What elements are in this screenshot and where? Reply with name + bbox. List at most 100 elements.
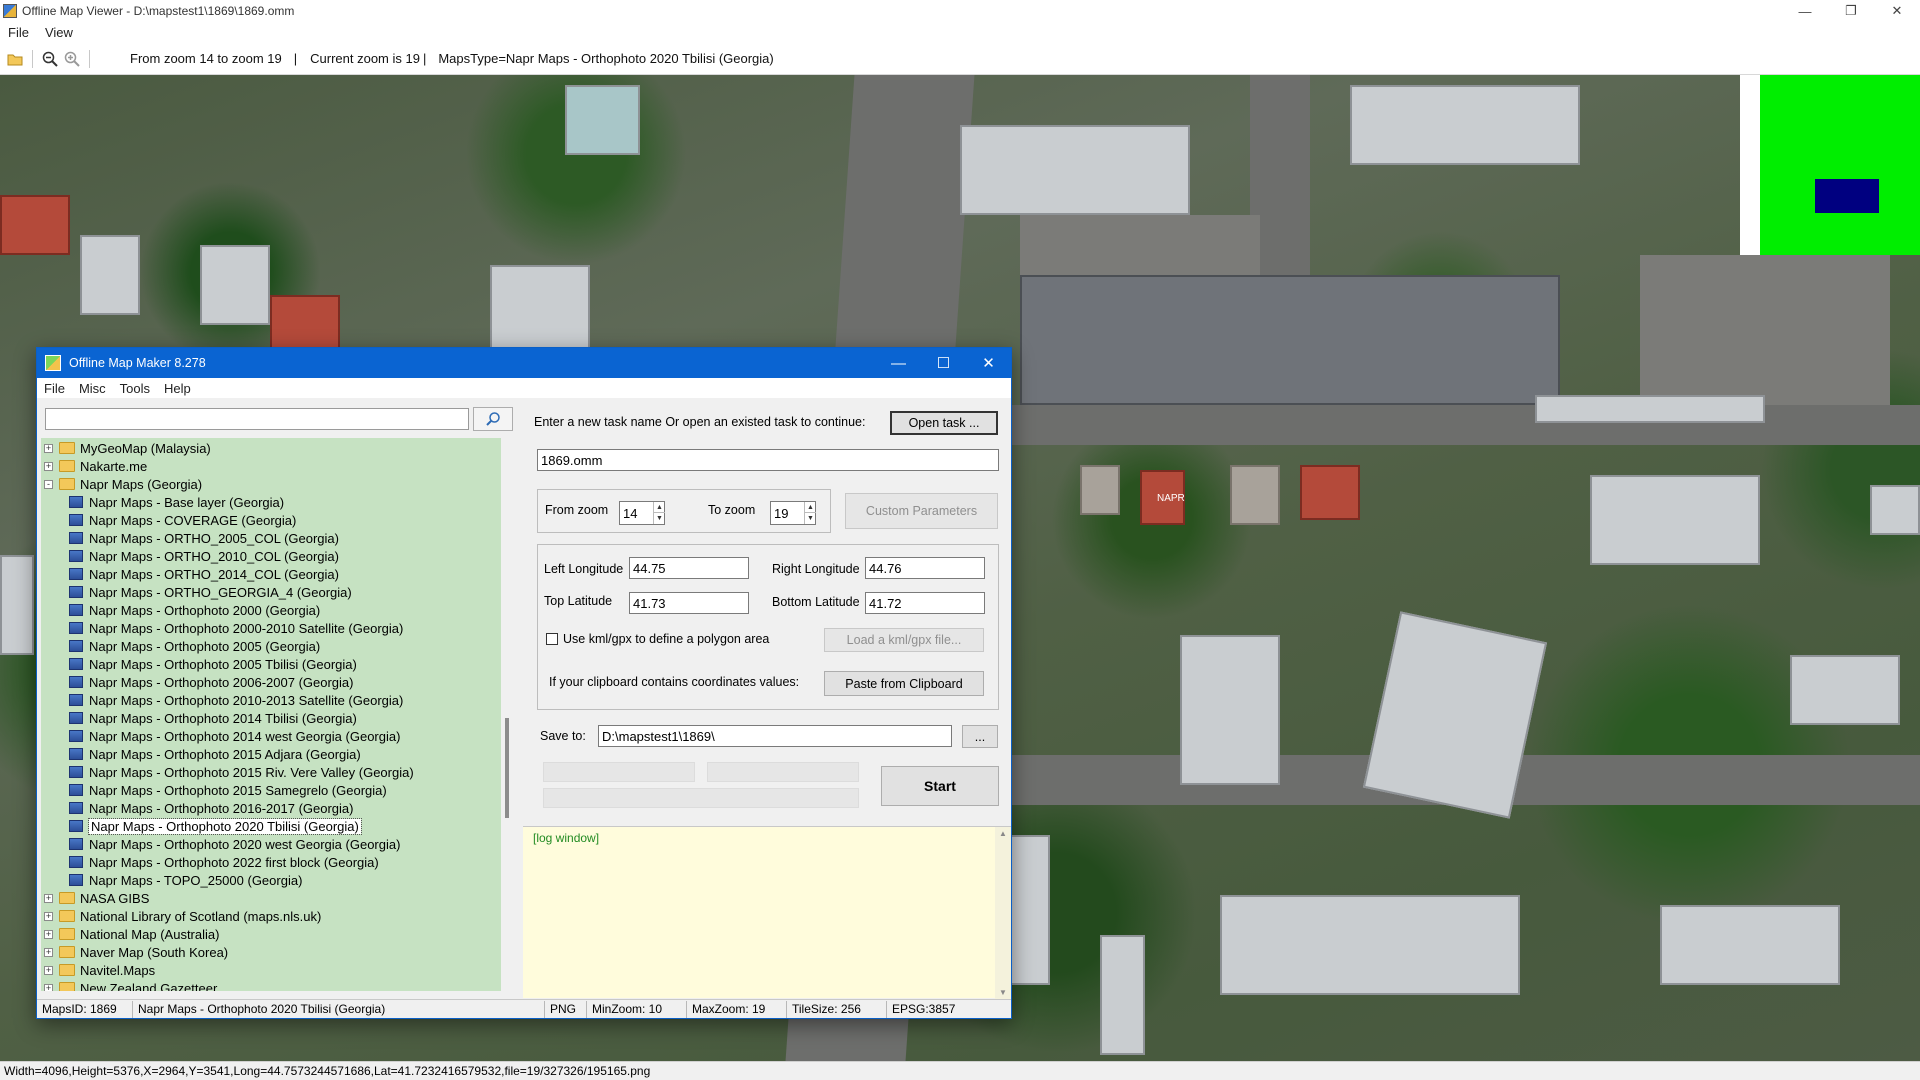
tree-map-item[interactable]: Napr Maps - Orthophoto 2015 Samegrelo (G… — [69, 781, 387, 799]
app-icon — [3, 4, 17, 18]
tree-folder-item[interactable]: + NASA GIBS — [44, 889, 149, 907]
expand-icon[interactable]: + — [44, 443, 53, 453]
map-source-tree[interactable]: + MyGeoMap (Malaysia) + Nakarte.me - Napr Map… — [41, 438, 501, 991]
map-layer-icon — [69, 820, 83, 832]
to-zoom-spinner[interactable]: ▲ ▼ — [804, 502, 816, 524]
close-icon[interactable]: ✕ — [1874, 0, 1920, 22]
map-layer-icon — [69, 748, 83, 760]
tree-scrollbar-thumb[interactable] — [505, 718, 509, 818]
map-building — [1080, 465, 1120, 515]
tree-map-item[interactable]: Napr Maps - Orthophoto 2015 Adjara (Geor… — [69, 745, 361, 763]
tree-map-item[interactable]: Napr Maps - Orthophoto 2000-2010 Satelli… — [69, 619, 403, 637]
minimize-icon[interactable]: — — [876, 348, 921, 378]
expand-icon[interactable]: + — [44, 965, 53, 975]
log-scrollbar[interactable]: ▲ ▼ — [995, 827, 1011, 999]
save-to-input[interactable]: D:\mapstest1\1869\ — [598, 725, 952, 747]
scroll-up-icon[interactable]: ▲ — [995, 829, 1011, 838]
folder-icon — [59, 892, 75, 904]
tree-map-item[interactable]: Napr Maps - Orthophoto 2014 Tbilisi (Geo… — [69, 709, 357, 727]
minimap-viewport[interactable] — [1815, 179, 1879, 213]
tree-folder-item[interactable]: + Nakarte.me — [44, 457, 147, 475]
kml-polygon-checkbox[interactable] — [546, 633, 558, 645]
task-name-input[interactable]: 1869.omm — [537, 449, 999, 471]
tree-map-item[interactable]: Napr Maps - Orthophoto 2005 (Georgia) — [69, 637, 320, 655]
minimap[interactable] — [1740, 75, 1920, 255]
tree-map-item[interactable]: Napr Maps - ORTHO_2005_COL (Georgia) — [69, 529, 339, 547]
map-layer-icon — [69, 532, 83, 544]
menu-tools[interactable]: Tools — [113, 381, 157, 396]
map-layer-icon — [69, 676, 83, 688]
tree-map-item[interactable]: Napr Maps - Orthophoto 2016-2017 (Georgi… — [69, 799, 353, 817]
close-icon[interactable]: ✕ — [966, 348, 1011, 378]
expand-icon[interactable]: + — [44, 947, 53, 957]
left-longitude-input[interactable]: 44.75 — [629, 557, 749, 579]
left-longitude-label: Left Longitude — [544, 562, 624, 576]
tree-folder-item[interactable]: + National Library of Scotland (maps.nls.… — [44, 907, 321, 925]
tree-scrollbar[interactable] — [503, 438, 517, 991]
maximize-icon[interactable]: ❐ — [1828, 0, 1874, 22]
tree-folder-item[interactable]: + National Map (Australia) — [44, 925, 219, 943]
open-task-button[interactable]: Open task ... — [890, 411, 998, 435]
tree-map-item[interactable]: Napr Maps - Orthophoto 2020 west Georgia… — [69, 835, 400, 853]
tree-folder-item[interactable]: + Navitel.Maps — [44, 961, 155, 979]
log-window[interactable]: [log window] ▲ ▼ — [523, 826, 1011, 999]
tree-folder-item[interactable]: + Naver Map (South Korea) — [44, 943, 228, 961]
expand-icon[interactable]: + — [44, 893, 53, 903]
search-button[interactable] — [473, 407, 513, 431]
tree-map-item[interactable]: Napr Maps - ORTHO_2014_COL (Georgia) — [69, 565, 339, 583]
menu-file[interactable]: File — [0, 25, 37, 40]
expand-icon[interactable]: + — [44, 929, 53, 939]
toolbar-divider: | — [293, 51, 298, 66]
from-zoom-spinner[interactable]: ▲ ▼ — [653, 502, 665, 524]
tree-map-item[interactable]: Napr Maps - Orthophoto 2000 (Georgia) — [69, 601, 320, 619]
expand-icon[interactable]: + — [44, 461, 53, 471]
maximize-icon[interactable]: ☐ — [921, 348, 966, 378]
tree-map-item[interactable]: Napr Maps - Orthophoto 2022 first block … — [69, 853, 379, 871]
tree-map-item[interactable]: Napr Maps - Orthophoto 2020 Tbilisi (Geo… — [69, 817, 362, 835]
expand-icon[interactable]: + — [44, 911, 53, 921]
open-folder-icon[interactable] — [4, 48, 26, 70]
tree-folder-item[interactable]: + MyGeoMap (Malaysia) — [44, 439, 211, 457]
map-building — [1300, 465, 1360, 520]
tree-map-item[interactable]: Napr Maps - ORTHO_GEORGIA_4 (Georgia) — [69, 583, 352, 601]
tree-folder-item[interactable]: + New Zealand Gazetteer — [44, 979, 217, 991]
tree-map-item[interactable]: Napr Maps - COVERAGE (Georgia) — [69, 511, 296, 529]
scroll-down-icon[interactable]: ▼ — [995, 988, 1011, 997]
custom-parameters-button[interactable]: Custom Parameters — [845, 493, 998, 529]
tree-map-item[interactable]: Napr Maps - Orthophoto 2015 Riv. Vere Va… — [69, 763, 414, 781]
menu-help[interactable]: Help — [157, 381, 198, 396]
menu-view[interactable]: View — [37, 25, 81, 40]
zoom-in-icon[interactable] — [61, 48, 83, 70]
spin-up-icon[interactable]: ▲ — [654, 502, 665, 513]
tree-map-item[interactable]: Napr Maps - Orthophoto 2006-2007 (Georgi… — [69, 673, 353, 691]
browse-button[interactable]: ... — [962, 725, 998, 748]
minimize-icon[interactable]: — — [1782, 0, 1828, 22]
tree-map-item[interactable]: Napr Maps - TOPO_25000 (Georgia) — [69, 871, 302, 889]
map-building — [1790, 655, 1900, 725]
zoom-out-icon[interactable] — [39, 48, 61, 70]
paste-from-clipboard-button[interactable]: Paste from Clipboard — [824, 671, 984, 696]
spin-down-icon[interactable]: ▼ — [654, 513, 665, 524]
tree-map-item[interactable]: Napr Maps - Orthophoto 2010-2013 Satelli… — [69, 691, 403, 709]
spin-up-icon[interactable]: ▲ — [805, 502, 816, 513]
map-layer-icon — [69, 550, 83, 562]
tree-map-item[interactable]: Napr Maps - Base layer (Georgia) — [69, 493, 284, 511]
top-latitude-input[interactable]: 41.73 — [629, 592, 749, 614]
from-zoom-label: From zoom — [545, 503, 609, 517]
menu-misc[interactable]: Misc — [72, 381, 113, 396]
bottom-latitude-input[interactable]: 41.72 — [865, 592, 985, 614]
tree-map-item[interactable]: Napr Maps - Orthophoto 2014 west Georgia… — [69, 727, 400, 745]
start-button[interactable]: Start — [881, 766, 999, 806]
tree-folder-item[interactable]: - Napr Maps (Georgia) — [44, 475, 202, 493]
tree-map-item[interactable]: Napr Maps - ORTHO_2010_COL (Georgia) — [69, 547, 339, 565]
load-kml-button[interactable]: Load a kml/gpx file... — [824, 628, 984, 652]
right-longitude-input[interactable]: 44.76 — [865, 557, 985, 579]
collapse-icon[interactable]: - — [44, 479, 53, 489]
map-search-input[interactable] — [45, 408, 469, 430]
map-layer-icon — [69, 658, 83, 670]
folder-icon — [59, 460, 75, 472]
spin-down-icon[interactable]: ▼ — [805, 513, 816, 524]
menu-file[interactable]: File — [37, 381, 72, 396]
tree-map-item[interactable]: Napr Maps - Orthophoto 2005 Tbilisi (Geo… — [69, 655, 357, 673]
expand-icon[interactable]: + — [44, 983, 53, 991]
